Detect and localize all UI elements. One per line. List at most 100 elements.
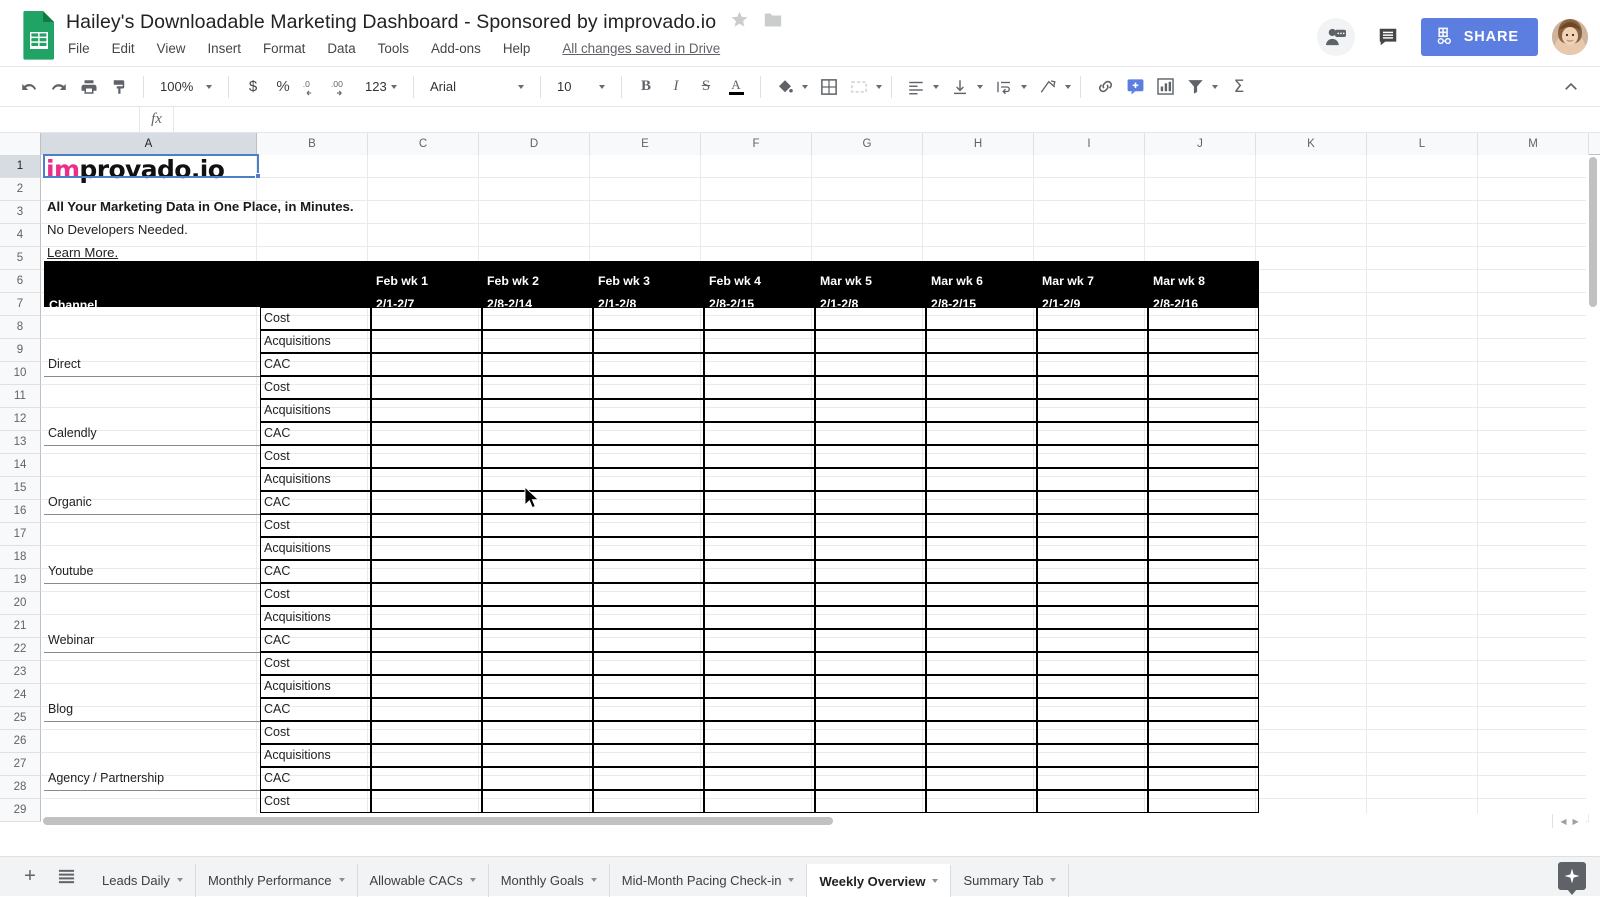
cell-J12[interactable] (1145, 408, 1256, 431)
chevron-down-icon[interactable] (1021, 85, 1027, 89)
cell-J8[interactable] (1145, 316, 1256, 339)
chevron-down-icon[interactable] (470, 878, 476, 882)
cell-L3[interactable] (1367, 201, 1478, 224)
cell-B6[interactable] (257, 270, 368, 293)
cell-A15[interactable] (41, 477, 257, 500)
cell-B12[interactable] (257, 408, 368, 431)
row-header-29[interactable]: 29 (0, 799, 41, 822)
cell-C8[interactable] (368, 316, 479, 339)
cell-F9[interactable] (701, 339, 812, 362)
cell-L4[interactable] (1367, 224, 1478, 247)
cell-G17[interactable] (812, 523, 923, 546)
fill-color-icon[interactable] (770, 73, 800, 101)
column-header-B[interactable]: B (257, 133, 368, 155)
cell-D1[interactable] (479, 155, 590, 178)
cell-F1[interactable] (701, 155, 812, 178)
cell-K15[interactable] (1256, 477, 1367, 500)
cell-D2[interactable] (479, 178, 590, 201)
cell-F5[interactable] (701, 247, 812, 270)
cell-J20[interactable] (1145, 592, 1256, 615)
cell-L22[interactable] (1367, 638, 1478, 661)
cell-K12[interactable] (1256, 408, 1367, 431)
cell-I8[interactable] (1034, 316, 1145, 339)
cell-J15[interactable] (1145, 477, 1256, 500)
row-header-20[interactable]: 20 (0, 592, 41, 615)
formula-input[interactable] (174, 107, 1600, 132)
cell-L25[interactable] (1367, 707, 1478, 730)
cell-F20[interactable] (701, 592, 812, 615)
cell-D9[interactable] (479, 339, 590, 362)
cell-G9[interactable] (812, 339, 923, 362)
cell-H15[interactable] (923, 477, 1034, 500)
cell-I1[interactable] (1034, 155, 1145, 178)
cell-J18[interactable] (1145, 546, 1256, 569)
cell-B23[interactable] (257, 661, 368, 684)
chevron-down-icon[interactable] (932, 879, 938, 883)
cell-B2[interactable] (257, 178, 368, 201)
cell-F27[interactable] (701, 753, 812, 776)
cell-E26[interactable] (590, 730, 701, 753)
cell-G10[interactable] (812, 362, 923, 385)
cell-E5[interactable] (590, 247, 701, 270)
cell-B14[interactable] (257, 454, 368, 477)
cell-C25[interactable] (368, 707, 479, 730)
column-header-H[interactable]: H (923, 133, 1034, 155)
cell-K20[interactable] (1256, 592, 1367, 615)
cell-C5[interactable] (368, 247, 479, 270)
cell-M9[interactable] (1478, 339, 1589, 362)
cell-I20[interactable] (1034, 592, 1145, 615)
cell-D7[interactable] (479, 293, 590, 316)
cell-H13[interactable] (923, 431, 1034, 454)
cell-G5[interactable] (812, 247, 923, 270)
cell-K14[interactable] (1256, 454, 1367, 477)
functions-icon[interactable]: Σ (1224, 73, 1254, 101)
scroll-right-icon[interactable]: ▶ (1573, 817, 1579, 826)
cell-C20[interactable] (368, 592, 479, 615)
decrease-decimal-button[interactable]: .0 (298, 73, 328, 101)
row-header-13[interactable]: 13 (0, 431, 41, 454)
cell-M24[interactable] (1478, 684, 1589, 707)
cell-G24[interactable] (812, 684, 923, 707)
cell-I21[interactable] (1034, 615, 1145, 638)
cell-M16[interactable] (1478, 500, 1589, 523)
insert-comment-icon[interactable] (1120, 73, 1150, 101)
cell-A13[interactable] (41, 431, 257, 454)
cell-B28[interactable] (257, 776, 368, 799)
cell-E19[interactable] (590, 569, 701, 592)
cell-D11[interactable] (479, 385, 590, 408)
cell-H9[interactable] (923, 339, 1034, 362)
cell-B7[interactable] (257, 293, 368, 316)
cell-K9[interactable] (1256, 339, 1367, 362)
cell-K2[interactable] (1256, 178, 1367, 201)
cell-C11[interactable] (368, 385, 479, 408)
cell-G26[interactable] (812, 730, 923, 753)
cell-A7[interactable] (41, 293, 257, 316)
cell-J28[interactable] (1145, 776, 1256, 799)
cell-E14[interactable] (590, 454, 701, 477)
cell-C4[interactable] (368, 224, 479, 247)
cell-C13[interactable] (368, 431, 479, 454)
cell-G28[interactable] (812, 776, 923, 799)
cell-I13[interactable] (1034, 431, 1145, 454)
cell-H21[interactable] (923, 615, 1034, 638)
cell-K26[interactable] (1256, 730, 1367, 753)
cell-E2[interactable] (590, 178, 701, 201)
cell-M2[interactable] (1478, 178, 1589, 201)
cell-H4[interactable] (923, 224, 1034, 247)
cell-L23[interactable] (1367, 661, 1478, 684)
move-to-folder-icon[interactable] (763, 11, 783, 34)
menu-item-insert[interactable]: Insert (207, 41, 241, 56)
row-header-14[interactable]: 14 (0, 454, 41, 477)
cell-D15[interactable] (479, 477, 590, 500)
cell-B21[interactable] (257, 615, 368, 638)
cell-E13[interactable] (590, 431, 701, 454)
cell-C22[interactable] (368, 638, 479, 661)
cell-I10[interactable] (1034, 362, 1145, 385)
cell-I4[interactable] (1034, 224, 1145, 247)
cell-D14[interactable] (479, 454, 590, 477)
cell-H8[interactable] (923, 316, 1034, 339)
cell-B19[interactable] (257, 569, 368, 592)
text-rotation-icon[interactable] (1033, 73, 1063, 101)
cell-H16[interactable] (923, 500, 1034, 523)
cell-G23[interactable] (812, 661, 923, 684)
